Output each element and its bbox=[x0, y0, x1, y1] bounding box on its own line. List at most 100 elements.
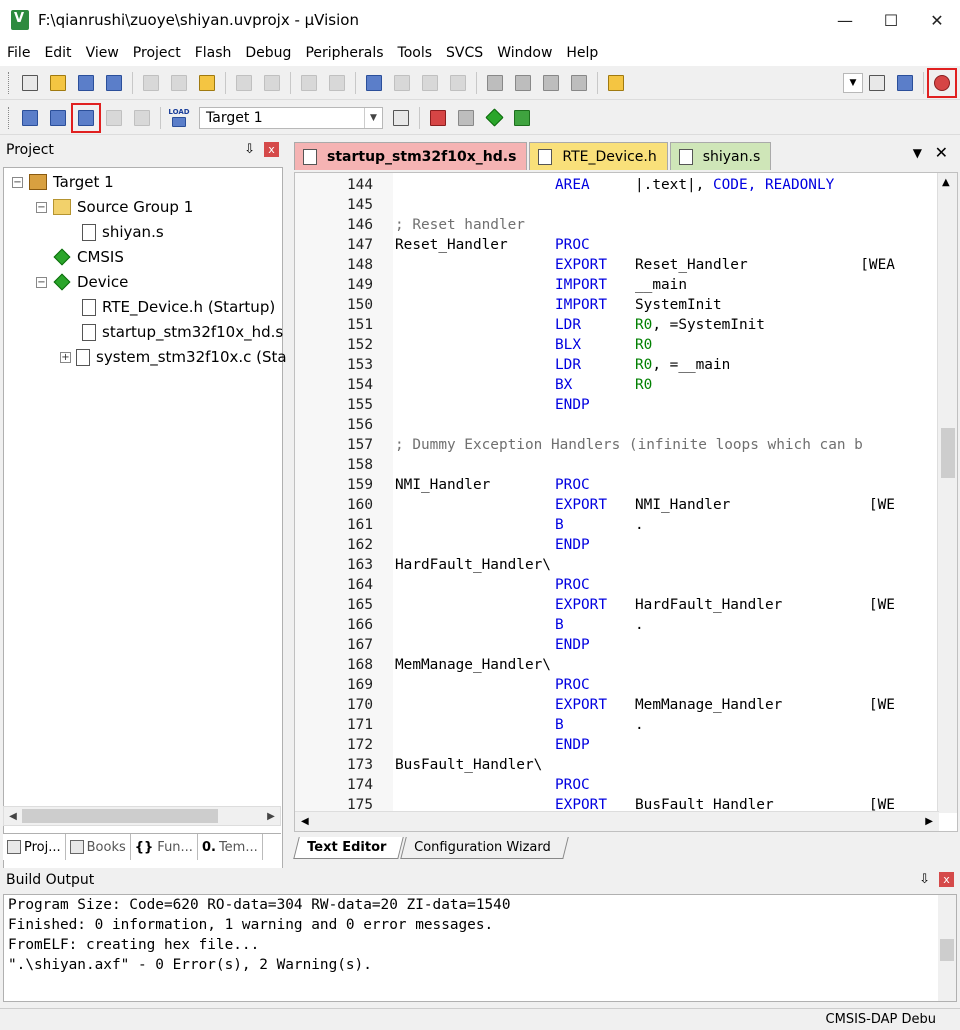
navigate-back-button[interactable] bbox=[297, 71, 321, 95]
translate-button[interactable] bbox=[18, 106, 42, 130]
comment-button[interactable] bbox=[539, 71, 563, 95]
tab-functions[interactable]: {} Fun... bbox=[131, 834, 198, 860]
toolbar-grip[interactable] bbox=[8, 106, 12, 129]
cut-button[interactable] bbox=[139, 71, 163, 95]
build-output-text[interactable]: Program Size: Code=620 RO-data=304 RW-da… bbox=[3, 894, 957, 1002]
editor-horizontal-scrollbar[interactable]: ◀ ▶ bbox=[295, 811, 939, 831]
scroll-thumb[interactable] bbox=[941, 428, 955, 478]
paste-button[interactable] bbox=[195, 71, 219, 95]
clear-bookmarks-button[interactable] bbox=[446, 71, 470, 95]
tree-node-file[interactable]: startup_stm32f10x_hd.s bbox=[80, 321, 283, 343]
menu-help[interactable]: Help bbox=[559, 40, 605, 66]
line-number: 149 bbox=[347, 277, 373, 293]
navigate-forward-button[interactable] bbox=[325, 71, 349, 95]
tab-books[interactable]: Books bbox=[66, 834, 131, 860]
start-debug-session-button[interactable] bbox=[927, 67, 957, 98]
maximize-button[interactable]: ☐ bbox=[868, 0, 914, 40]
download-button[interactable]: LOAD bbox=[167, 106, 191, 130]
menu-tools[interactable]: Tools bbox=[391, 40, 440, 66]
manage-multi-project-button[interactable] bbox=[454, 106, 478, 130]
tab-rte-device[interactable]: RTE_Device.h bbox=[529, 142, 668, 170]
manage-run-time-environment-button[interactable] bbox=[482, 106, 506, 130]
save-all-button[interactable] bbox=[102, 71, 126, 95]
previous-bookmark-button[interactable] bbox=[390, 71, 414, 95]
save-button[interactable] bbox=[74, 71, 98, 95]
menu-flash[interactable]: Flash bbox=[188, 40, 239, 66]
code-mnemonic: ENDP bbox=[555, 737, 590, 753]
tree-node-target[interactable]: − Target 1 bbox=[12, 171, 114, 193]
line-number: 157 bbox=[347, 437, 373, 453]
redo-button[interactable] bbox=[260, 71, 284, 95]
code-line: 153 LDR R0, =__main bbox=[295, 355, 931, 375]
menu-debug[interactable]: Debug bbox=[238, 40, 298, 66]
expand-icon[interactable]: + bbox=[60, 351, 71, 363]
menu-file[interactable]: File bbox=[0, 40, 37, 66]
menu-svcs[interactable]: SVCS bbox=[439, 40, 490, 66]
tree-node-cmsis[interactable]: CMSIS bbox=[53, 246, 124, 268]
menu-peripherals[interactable]: Peripherals bbox=[298, 40, 390, 66]
pin-icon[interactable]: ⇩ bbox=[244, 142, 255, 157]
collapse-icon[interactable]: − bbox=[12, 176, 23, 188]
tab-templates[interactable]: 0. Tem... bbox=[198, 834, 263, 860]
scroll-thumb[interactable] bbox=[940, 939, 954, 961]
tree-node-source-group[interactable]: − Source Group 1 bbox=[36, 196, 193, 218]
close-project-panel-button[interactable]: x bbox=[264, 142, 279, 157]
pack-installer-button[interactable] bbox=[510, 106, 534, 130]
scroll-left-icon[interactable]: ◀ bbox=[301, 816, 309, 827]
output-vertical-scrollbar[interactable] bbox=[938, 895, 956, 1001]
indent-button[interactable] bbox=[483, 71, 507, 95]
tab-shiyan[interactable]: shiyan.s bbox=[669, 142, 772, 170]
code-argument: __main bbox=[635, 277, 687, 293]
tab-project[interactable]: Proj... bbox=[3, 834, 66, 860]
tree-node-file[interactable]: + system_stm32f10x.c (Sta bbox=[60, 346, 287, 368]
open-file-button[interactable] bbox=[46, 71, 70, 95]
pin-icon[interactable]: ⇩ bbox=[919, 872, 930, 887]
unindent-button[interactable] bbox=[511, 71, 535, 95]
tree-node-file[interactable]: shiyan.s bbox=[80, 221, 164, 243]
minimize-button[interactable]: — bbox=[822, 0, 868, 40]
find-button[interactable] bbox=[865, 71, 889, 95]
collapse-icon[interactable]: − bbox=[36, 276, 47, 288]
project-items-icon bbox=[430, 109, 446, 126]
close-tab-icon[interactable]: ✕ bbox=[935, 143, 948, 162]
close-window-button[interactable]: ✕ bbox=[914, 0, 960, 40]
collapse-icon[interactable]: − bbox=[36, 201, 47, 213]
rebuild-button[interactable] bbox=[71, 102, 101, 133]
stop-build-button[interactable] bbox=[130, 106, 154, 130]
scroll-thumb[interactable] bbox=[22, 809, 218, 823]
scroll-right-icon[interactable]: ▶ bbox=[925, 816, 933, 827]
tab-list-dropdown-icon[interactable]: ▼ bbox=[913, 146, 922, 160]
find-in-files-button[interactable] bbox=[604, 71, 628, 95]
new-file-button[interactable] bbox=[18, 71, 42, 95]
tree-node-device[interactable]: − Device bbox=[36, 271, 128, 293]
next-bookmark-button[interactable] bbox=[418, 71, 442, 95]
menu-window[interactable]: Window bbox=[490, 40, 559, 66]
header-file-icon bbox=[82, 298, 96, 316]
toolbar-grip[interactable] bbox=[8, 71, 12, 94]
manage-project-items-button[interactable] bbox=[426, 106, 450, 130]
uncomment-button[interactable] bbox=[567, 71, 591, 95]
menu-edit[interactable]: Edit bbox=[37, 40, 78, 66]
find-combo-dropdown[interactable]: ▼ bbox=[843, 72, 863, 93]
project-horizontal-scrollbar[interactable]: ◀ ▶ bbox=[3, 806, 281, 826]
options-for-target-button[interactable] bbox=[389, 106, 413, 130]
build-button[interactable] bbox=[46, 106, 70, 130]
copy-button[interactable] bbox=[167, 71, 191, 95]
menu-project[interactable]: Project bbox=[126, 40, 188, 66]
scroll-right-icon[interactable]: ▶ bbox=[262, 811, 280, 822]
code-editor[interactable]: 144 AREA |.text|, CODE, READONLY 145 146 ; Re… bbox=[294, 172, 958, 832]
editor-vertical-scrollbar[interactable]: ▲ bbox=[937, 173, 957, 813]
incremental-find-button[interactable] bbox=[893, 71, 917, 95]
tab-configuration-wizard[interactable]: Configuration Wizard bbox=[400, 837, 569, 859]
close-build-output-button[interactable]: x bbox=[939, 872, 954, 887]
batch-build-button[interactable] bbox=[102, 106, 126, 130]
tab-text-editor[interactable]: Text Editor bbox=[293, 837, 405, 859]
insert-bookmark-button[interactable] bbox=[362, 71, 386, 95]
tree-node-file[interactable]: RTE_Device.h (Startup) bbox=[80, 296, 275, 318]
target-select[interactable]: Target 1 ▼ bbox=[199, 106, 383, 129]
undo-button[interactable] bbox=[232, 71, 256, 95]
scroll-up-icon[interactable]: ▲ bbox=[942, 177, 950, 188]
menu-view[interactable]: View bbox=[79, 40, 126, 66]
scroll-left-icon[interactable]: ◀ bbox=[4, 811, 22, 822]
tab-startup-file[interactable]: startup_stm32f10x_hd.s bbox=[294, 142, 528, 170]
